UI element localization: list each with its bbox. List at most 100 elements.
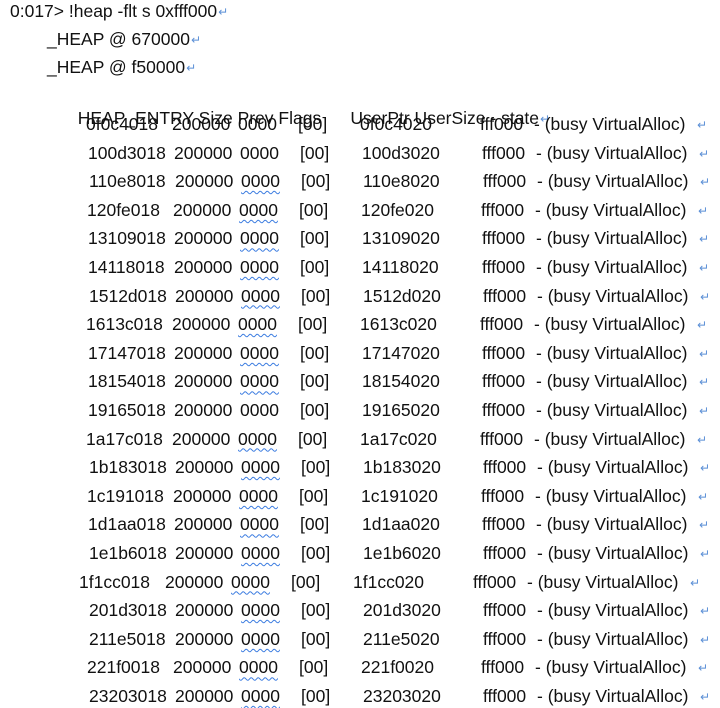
prev-cell: 0000 [238, 428, 277, 449]
paragraph-mark-icon: ↵ [697, 318, 708, 333]
heap-address: _HEAP @ 670000 [47, 29, 190, 49]
row-end: ↵ [699, 628, 710, 651]
userptr-cell: 120fe020 [361, 199, 434, 220]
state-cell: - (busy VirtualAlloc) [535, 199, 687, 220]
state-cell: - (busy VirtualAlloc) [537, 600, 689, 621]
prev-cell: 0000 [241, 171, 280, 192]
paragraph-mark-icon: ↵ [698, 489, 709, 504]
userptr-cell: 1d1aa020 [362, 514, 440, 535]
flags-cell: [00] [299, 657, 329, 678]
usersize-cell: fff000 [482, 257, 526, 277]
state-cell: - (busy VirtualAlloc) [536, 400, 688, 420]
state-cell: - (busy VirtualAlloc) [534, 314, 686, 335]
entry-cell: 1512d018 [89, 285, 167, 306]
paragraph-mark-icon: ↵ [700, 690, 711, 704]
entry-cell: 1c191018 [87, 485, 164, 506]
row-end: ↵ [696, 113, 707, 136]
userptr-cell: 1613c020 [360, 314, 437, 335]
paragraph-mark-icon: ↵ [699, 261, 710, 275]
row-end: ↵ [698, 370, 709, 393]
usersize-cell: fff000 [483, 171, 527, 192]
flags-cell: [00] [300, 371, 330, 392]
flags-cell: [00] [298, 314, 328, 335]
entry-cell: 23203018 [89, 686, 167, 706]
flags-cell: [00] [291, 571, 321, 592]
flags-cell: [00] [301, 628, 331, 649]
row-end: ↵ [699, 599, 710, 622]
usersize-cell: fff000 [481, 657, 525, 678]
prev-cell: 0000 [241, 600, 280, 621]
usersize-cell: fff000 [482, 400, 526, 420]
flags-cell: [00] [300, 228, 330, 249]
state-cell: - (busy VirtualAlloc) [536, 342, 688, 363]
table-row: 1512d018 200000 0000 [00] 1512d020 fff000 - (b… [0, 285, 720, 307]
row-end: ↵ [698, 256, 709, 279]
size-cell: 200000 [175, 457, 234, 478]
flags-cell: [00] [301, 171, 331, 192]
prev-cell: 0000 [240, 514, 279, 535]
prev-cell: 0000 [240, 400, 279, 420]
paragraph-mark-icon: ↵ [690, 575, 701, 590]
paragraph-mark-icon: ↵ [699, 375, 710, 390]
table-row: 14118018 200000 0000 [00] 14118020 fff000 - (b… [0, 256, 720, 278]
table-row: 0f0c4018 200000 0000 [00] 0f0c4020 fff000 - (b… [0, 113, 720, 135]
userptr-cell: 18154020 [362, 371, 440, 392]
entry-cell: 1f1cc018 [79, 571, 151, 592]
size-cell: 200000 [172, 114, 231, 134]
entry-cell: 13109018 [88, 228, 166, 249]
usersize-cell: fff000 [480, 314, 524, 335]
prev-cell: 0000 [231, 571, 270, 592]
usersize-cell: fff000 [473, 571, 517, 592]
paragraph-mark-icon: ↵ [700, 461, 711, 476]
usersize-cell: fff000 [482, 514, 526, 535]
table-row: 1613c018 200000 0000 [00] 1613c020 fff000 - (b… [0, 313, 720, 335]
size-cell: 200000 [174, 257, 233, 277]
prev-cell: 0000 [240, 342, 279, 363]
state-cell: - (busy VirtualAlloc) [537, 628, 689, 649]
table-row: 13109018 200000 0000 [00] 13109020 fff000 - (b… [0, 227, 720, 249]
flags-cell: [00] [300, 257, 330, 277]
paragraph-mark-icon: ↵ [697, 118, 708, 132]
state-cell: - (busy VirtualAlloc) [527, 571, 679, 592]
row-end: ↵ [697, 656, 708, 679]
userptr-cell: 17147020 [362, 342, 440, 363]
row-end: ↵ [699, 285, 710, 308]
usersize-cell: fff000 [481, 199, 525, 220]
prev-cell: 0000 [240, 257, 279, 277]
paragraph-mark-icon: ↵ [700, 604, 711, 619]
table-row: 211e5018 200000 0000 [00] 211e5020 fff000 - (b… [0, 628, 720, 650]
size-cell: 200000 [175, 543, 234, 563]
state-cell: - (busy VirtualAlloc) [534, 428, 686, 449]
userptr-cell: 14118020 [362, 257, 439, 277]
flags-cell: [00] [299, 199, 329, 220]
prev-cell: 0000 [239, 199, 278, 220]
usersize-cell: fff000 [480, 428, 524, 449]
flags-cell: [00] [298, 114, 328, 134]
size-cell: 200000 [174, 514, 233, 535]
paragraph-mark-icon: ↵ [697, 432, 708, 447]
entry-cell: 211e5018 [89, 628, 166, 649]
entry-cell: 1613c018 [86, 314, 163, 335]
usersize-cell: fff000 [482, 371, 526, 392]
userptr-cell: 1f1cc020 [353, 571, 425, 592]
table-row: 201d3018 200000 0000 [00] 201d3020 fff000 - (b… [0, 599, 720, 621]
state-cell: - (busy VirtualAlloc) [536, 142, 688, 163]
size-cell: 200000 [165, 571, 224, 592]
userptr-cell: 1512d020 [363, 285, 441, 306]
flags-cell: [00] [298, 428, 328, 449]
prev-cell: 0000 [238, 314, 277, 335]
flags-cell: [00] [300, 142, 330, 163]
row-end: ↵ [689, 571, 700, 594]
paragraph-mark-icon: ↵ [699, 346, 710, 361]
paragraph-mark-icon: ↵ [698, 203, 709, 218]
size-cell: 200000 [172, 428, 231, 449]
entry-cell: 1e1b6018 [89, 543, 167, 563]
size-cell: 200000 [175, 600, 234, 621]
flags-cell: [00] [300, 342, 330, 363]
paragraph-mark-icon: ↵ [699, 232, 710, 247]
usersize-cell: fff000 [483, 628, 527, 649]
prev-cell: 0000 [241, 285, 280, 306]
size-cell: 200000 [175, 171, 234, 192]
table-row: 221f0018 200000 0000 [00] 221f0020 fff000 - (b… [0, 656, 720, 678]
userptr-cell: 1e1b6020 [363, 543, 441, 563]
